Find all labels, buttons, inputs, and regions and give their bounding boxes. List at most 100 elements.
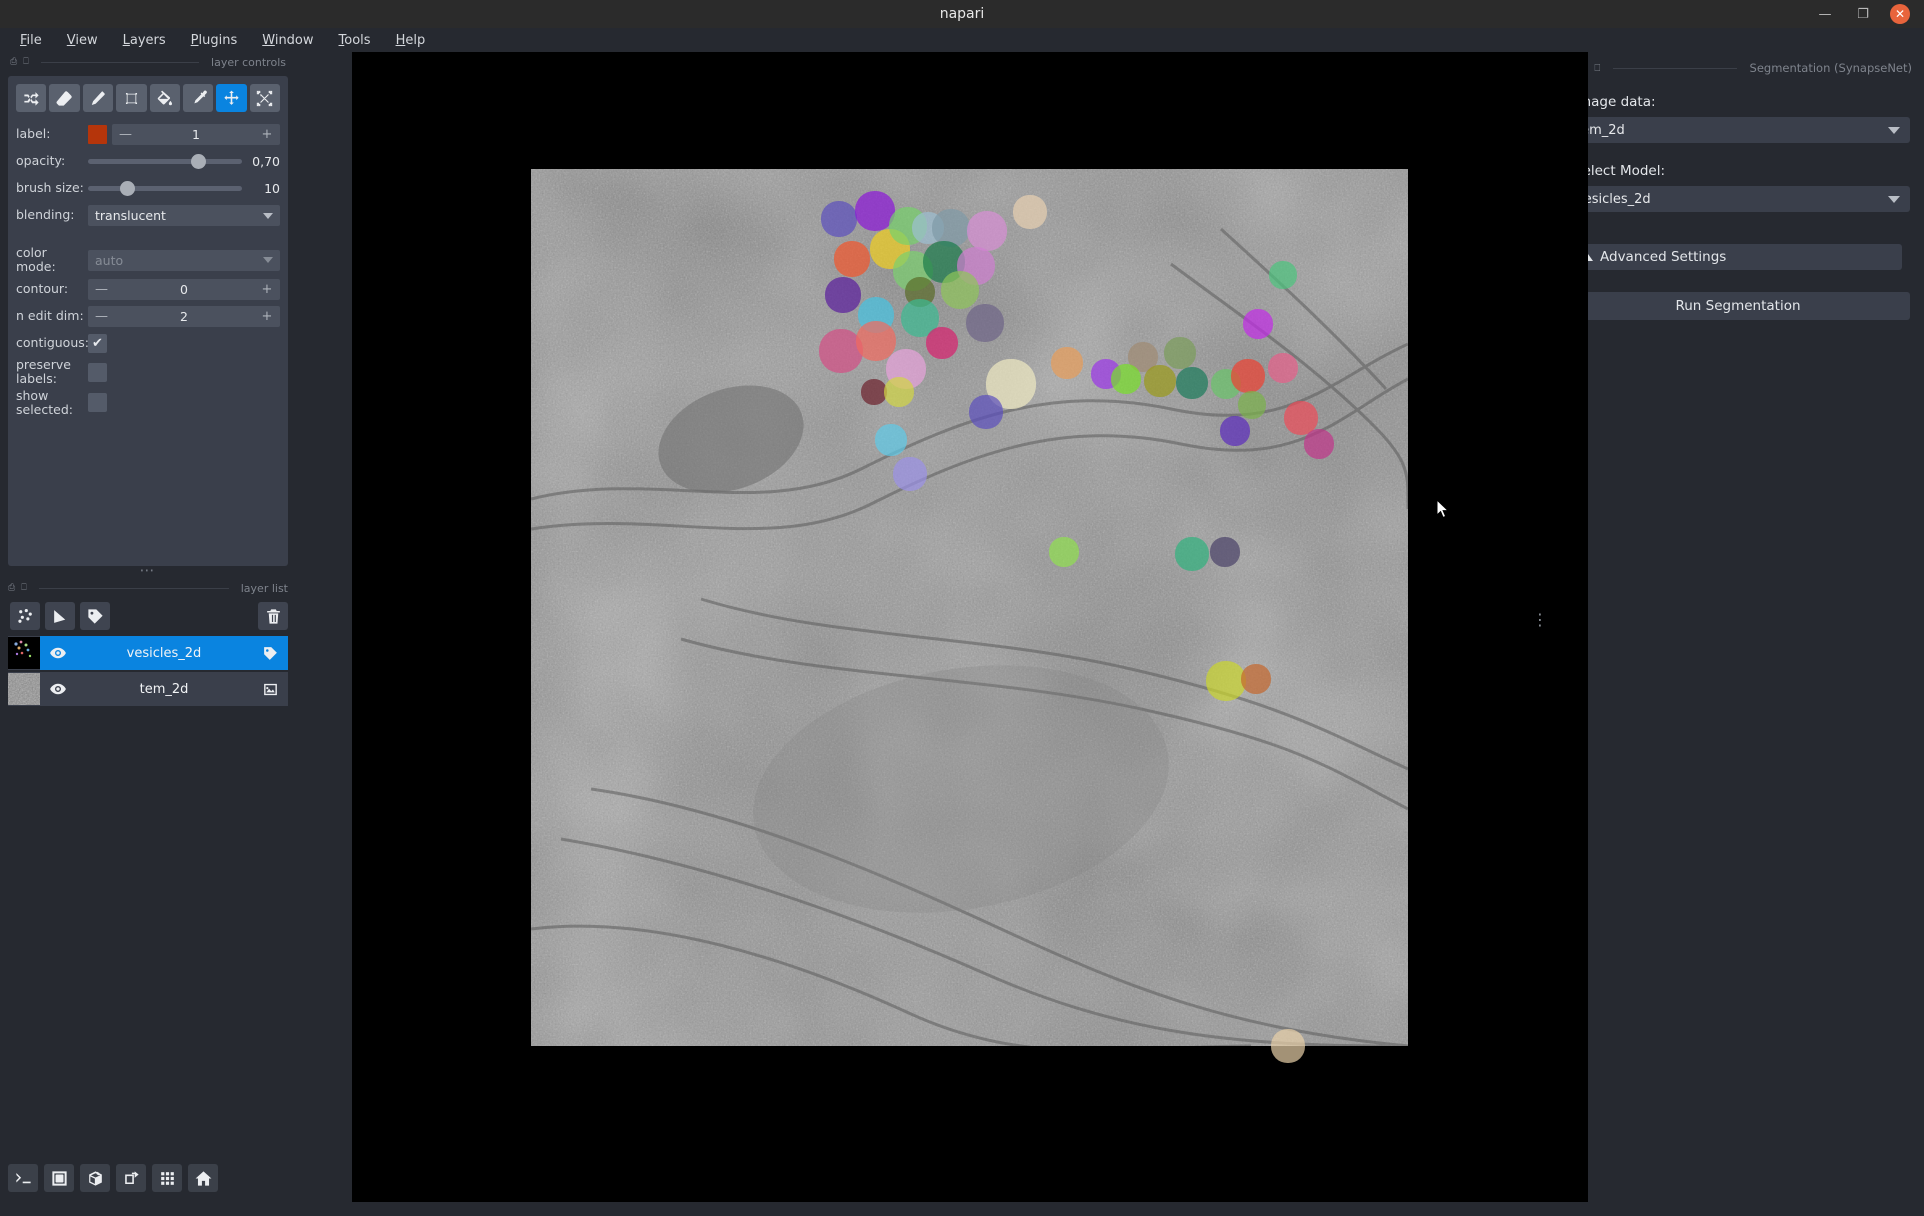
show-selected-checkbox[interactable]: [88, 393, 107, 412]
menu-window[interactable]: Window: [252, 31, 323, 50]
vesicle-label: [875, 424, 907, 456]
transform-icon[interactable]: [250, 84, 280, 112]
color-mode-select[interactable]: auto: [88, 250, 280, 271]
blending-caption: blending:: [16, 208, 88, 222]
select-model-select[interactable]: vesicles_2d: [1566, 186, 1910, 212]
label-eraser-icon[interactable]: [49, 84, 79, 112]
vesicle-label: [969, 395, 1003, 429]
vesicle-label: [1175, 537, 1209, 571]
menu-help[interactable]: Help: [386, 31, 436, 50]
float-icon[interactable]: ⎙: [10, 57, 17, 67]
label-caption: label:: [16, 127, 88, 141]
opacity-row: opacity: 0,70: [16, 149, 280, 174]
brush-size-slider[interactable]: [88, 186, 242, 191]
color-mode-caption: color mode:: [16, 246, 88, 275]
vesicle-label: [1051, 347, 1083, 379]
opacity-slider-handle[interactable]: [191, 154, 206, 169]
vesicle-label: [1269, 261, 1297, 289]
label-decrement[interactable]: —: [119, 127, 131, 142]
preserve-labels-row: preserve labels:: [16, 358, 280, 387]
select-model-label: Select Model:: [1574, 163, 1912, 179]
labels-layer-icon: [257, 645, 279, 662]
contiguous-checkbox[interactable]: ✔: [88, 334, 107, 353]
n-edit-dim-spinbox[interactable]: — 2 +: [88, 306, 280, 327]
contour-increment[interactable]: +: [261, 282, 273, 297]
run-segmentation-button[interactable]: Run Segmentation: [1566, 292, 1910, 320]
brush-size-row: brush size: 10: [16, 176, 280, 201]
menu-tools[interactable]: Tools: [329, 31, 381, 50]
label-color-swatch[interactable]: [88, 125, 107, 144]
vesicle-label: [966, 304, 1004, 342]
undock-icon[interactable]: ⎕: [1594, 63, 1600, 74]
roll-dims-button[interactable]: [80, 1164, 110, 1192]
menu-layers[interactable]: Layers: [113, 31, 176, 50]
contiguous-caption: contiguous:: [16, 336, 88, 350]
layer-row[interactable]: tem_2d: [8, 672, 288, 706]
new-points-layer-button[interactable]: [10, 602, 40, 630]
check-icon: ✔: [92, 336, 103, 351]
close-button[interactable]: ✕: [1890, 4, 1910, 24]
layer-main[interactable]: tem_2d: [40, 672, 288, 706]
menu-plugins[interactable]: Plugins: [181, 31, 248, 50]
label-value: 1: [131, 127, 261, 142]
label-spinbox[interactable]: — 1 +: [112, 124, 280, 145]
blending-select[interactable]: translucent: [88, 205, 280, 226]
ndisplay-2d-button[interactable]: [44, 1164, 74, 1192]
vesicle-label: [884, 377, 914, 407]
canvas-resize-grip[interactable]: ⋮: [1532, 617, 1548, 623]
contour-spinbox[interactable]: — 0 +: [88, 279, 280, 300]
fill-bucket-icon[interactable]: [150, 84, 180, 112]
blending-value: translucent: [95, 208, 166, 223]
viewer-canvas[interactable]: [352, 52, 1588, 1202]
color-mode-value: auto: [95, 253, 123, 268]
contour-decrement[interactable]: —: [95, 282, 107, 297]
maximize-button[interactable]: ❐: [1852, 3, 1874, 25]
delete-layer-button[interactable]: [258, 602, 288, 630]
eye-icon[interactable]: [49, 680, 71, 698]
float-icon[interactable]: ⎙: [8, 583, 15, 593]
layer-row[interactable]: vesicles_2d: [8, 636, 288, 670]
n-edit-dim-decrement[interactable]: —: [95, 309, 107, 324]
pan-zoom-icon[interactable]: [216, 84, 246, 112]
mouse-cursor: [1436, 499, 1450, 519]
preserve-labels-checkbox[interactable]: [88, 363, 107, 382]
transpose-dims-button[interactable]: [116, 1164, 146, 1192]
polygon-tool-icon[interactable]: [116, 84, 146, 112]
undock-icon[interactable]: ⎕: [23, 57, 28, 67]
opacity-slider[interactable]: [88, 159, 242, 164]
run-segmentation-label: Run Segmentation: [1675, 298, 1800, 314]
console-button[interactable]: [8, 1164, 38, 1192]
panel-resize-grip[interactable]: ⋯: [8, 561, 288, 579]
n-edit-dim-row: n edit dim: — 2 +: [16, 304, 280, 329]
home-reset-button[interactable]: [188, 1164, 218, 1192]
pick-mode-icon[interactable]: [183, 84, 213, 112]
new-shapes-layer-button[interactable]: [45, 602, 75, 630]
n-edit-dim-increment[interactable]: +: [261, 309, 273, 324]
new-labels-layer-button[interactable]: [80, 602, 110, 630]
layer-main[interactable]: vesicles_2d: [40, 636, 288, 670]
menu-file[interactable]: File: [10, 31, 52, 50]
controls-spacer: [16, 230, 280, 246]
image-data-select[interactable]: tem_2d: [1566, 117, 1910, 143]
vesicle-label: [1243, 309, 1273, 339]
label-increment[interactable]: +: [261, 127, 273, 142]
vesicle-label: [1111, 364, 1141, 394]
layer-controls-title: layer controls: [211, 56, 286, 69]
advanced-settings-toggle[interactable]: Advanced Settings: [1574, 244, 1902, 270]
undock-icon[interactable]: ⎕: [21, 583, 26, 593]
layer-name: vesicles_2d: [71, 646, 257, 661]
vesicle-label: [1238, 391, 1266, 419]
vesicle-label: [1164, 337, 1196, 369]
grid-view-button[interactable]: [152, 1164, 182, 1192]
vesicle-label: [1231, 359, 1265, 393]
layer-thumbnail: [8, 637, 40, 669]
shuffle-colors-icon[interactable]: [16, 84, 46, 112]
eye-icon[interactable]: [49, 644, 71, 662]
vesicle-label: [821, 201, 857, 237]
paint-brush-icon[interactable]: [83, 84, 113, 112]
menu-view[interactable]: View: [57, 31, 108, 50]
title-bar: napari — ❐ ✕: [0, 0, 1924, 28]
brush-size-slider-handle[interactable]: [120, 181, 135, 196]
minimize-button[interactable]: —: [1814, 3, 1836, 25]
show-selected-caption: show selected:: [16, 389, 88, 418]
